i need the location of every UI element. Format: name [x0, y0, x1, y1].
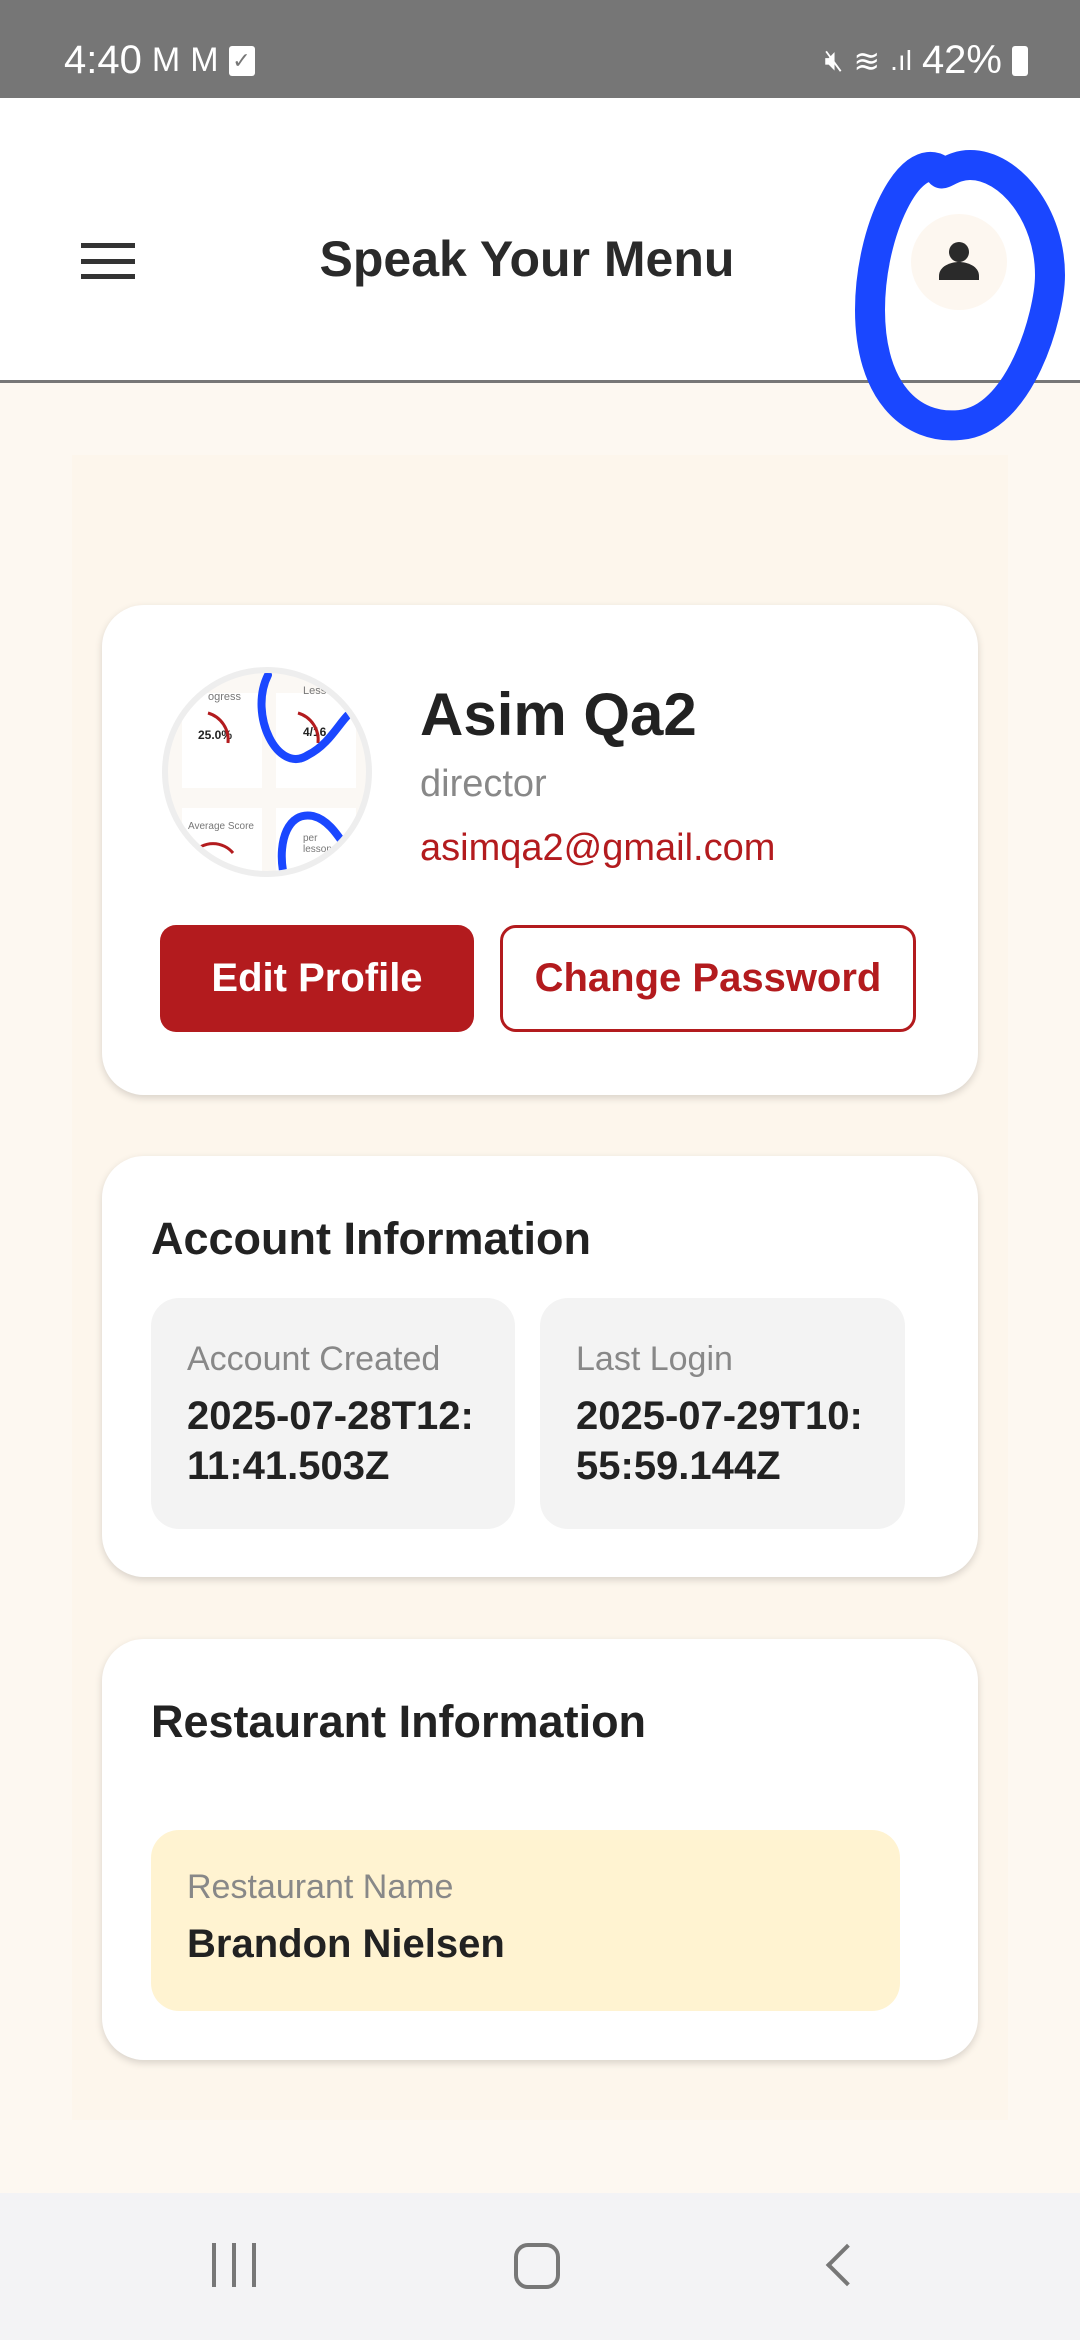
restaurant-name-value: Brandon Nielsen [187, 1922, 505, 1966]
account-created-label: Account Created [187, 1340, 441, 1378]
restaurant-info-title: Restaurant Information [151, 1696, 647, 1747]
recents-icon[interactable] [212, 2243, 256, 2287]
profile-role: director [420, 763, 547, 805]
home-icon[interactable] [514, 2243, 560, 2289]
status-bar: 4:40 MM ✓ 🔇︎ ≋ .ıl 42% [0, 0, 1080, 98]
account-created-box: Account Created 2025-07-28T12:11:41.503Z [151, 1298, 515, 1529]
change-password-button[interactable]: Change Password [500, 925, 916, 1032]
restaurant-info-card: Restaurant Information Restaurant Name B… [102, 1639, 978, 2060]
last-login-label: Last Login [576, 1340, 733, 1378]
last-login-value: 2025-07-29T10:55:59.144Z [576, 1394, 863, 1488]
gmail-icon: M [190, 41, 219, 79]
back-icon[interactable] [825, 2243, 869, 2287]
restaurant-name-box: Restaurant Name Brandon Nielsen [151, 1830, 900, 2011]
last-login-box: Last Login 2025-07-29T10:55:59.144Z [540, 1298, 905, 1529]
profile-name: Asim Qa2 [420, 681, 697, 748]
battery-percent: 42% [921, 38, 1002, 82]
clock: 4:40 [64, 38, 142, 82]
battery-icon [1012, 45, 1028, 76]
account-created-value: 2025-07-28T12:11:41.503Z [187, 1394, 474, 1488]
system-nav-bar [0, 2193, 1080, 2340]
gmail-icon: M [151, 41, 181, 79]
account-info-title: Account Information [151, 1213, 591, 1264]
edit-profile-button[interactable]: Edit Profile [160, 925, 474, 1032]
annotation-circle [854, 149, 1066, 441]
wifi-icon: ≋ [853, 42, 881, 79]
profile-card: ogress 25.0% Lesso 4/16 Average Score pe… [102, 605, 978, 1095]
task-check-icon: ✓ [228, 45, 255, 76]
avatar: ogress 25.0% Lesso 4/16 Average Score pe… [162, 667, 372, 877]
signal-icon: .ıl [890, 44, 912, 76]
restaurant-name-label: Restaurant Name [187, 1868, 454, 1906]
mute-icon: 🔇︎ [824, 43, 844, 77]
account-info-card: Account Information Account Created 2025… [102, 1156, 978, 1577]
profile-email: asimqa2@gmail.com [420, 827, 776, 869]
